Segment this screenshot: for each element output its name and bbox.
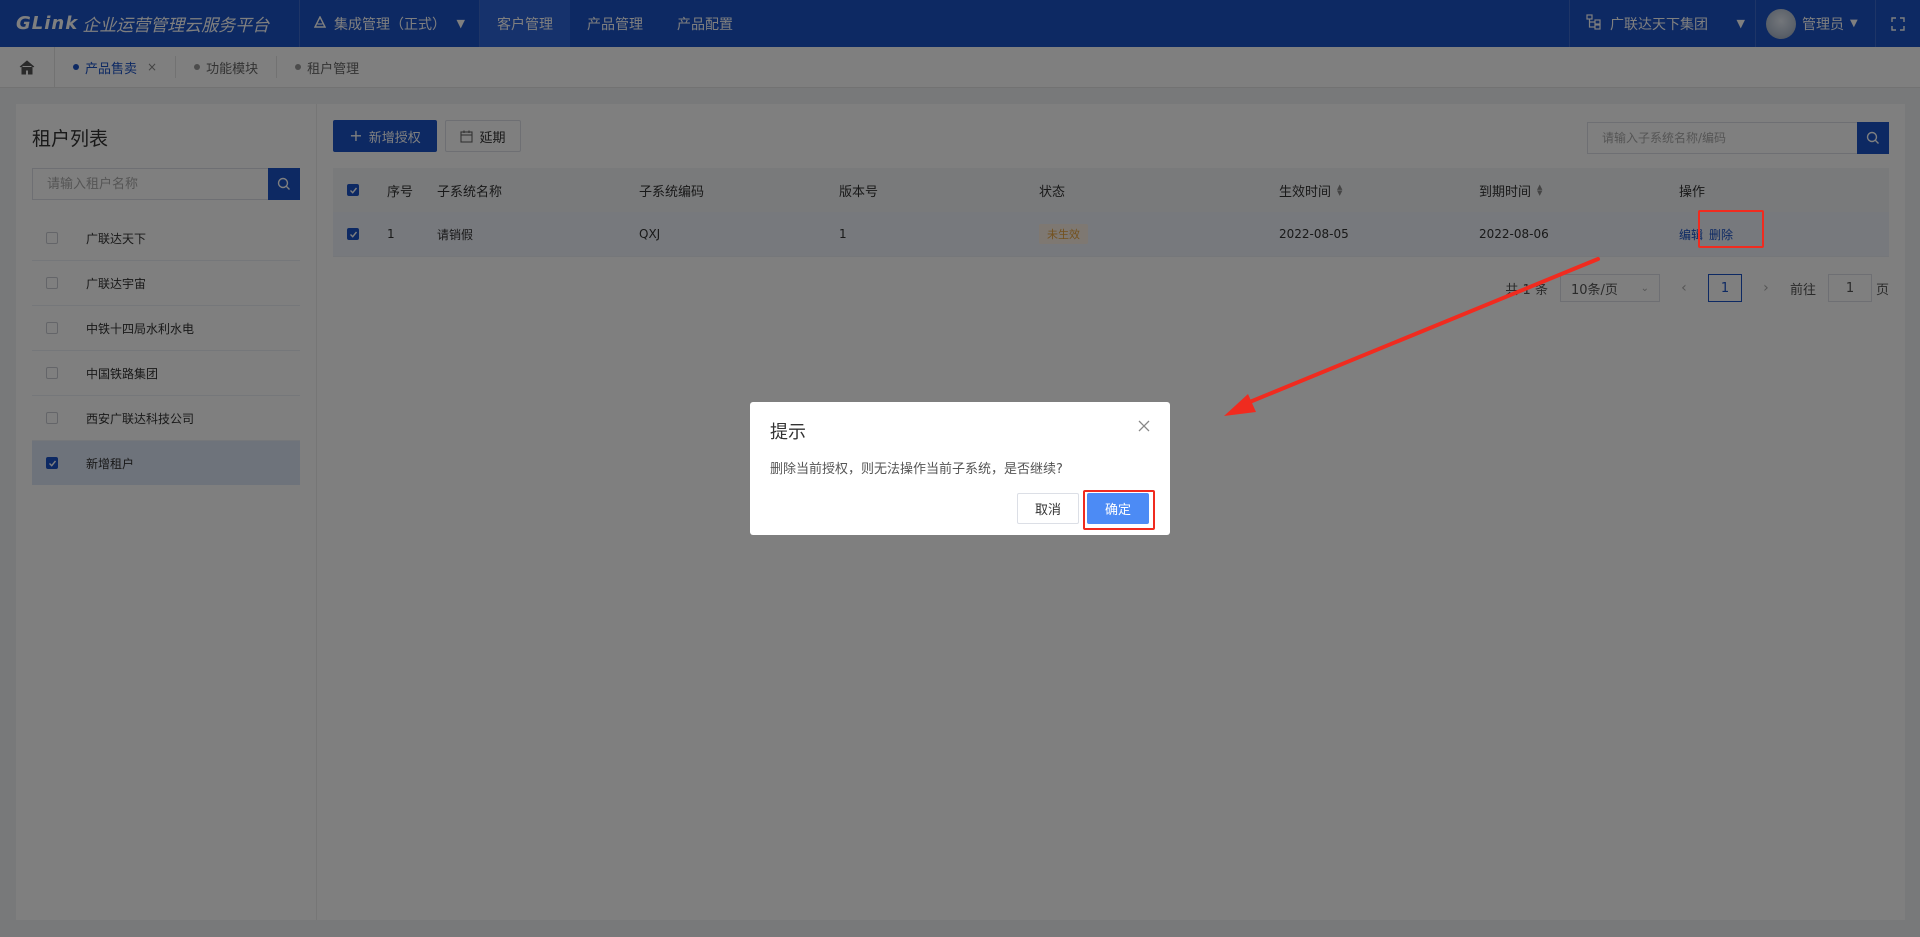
dialog-message: 删除当前授权，则无法操作当前子系统，是否继续? <box>770 462 1063 477</box>
close-icon[interactable] <box>1136 418 1152 434</box>
dialog-title: 提示 <box>770 422 806 443</box>
confirm-highlight-box <box>1083 490 1155 530</box>
cancel-button[interactable]: 取消 <box>1017 493 1079 524</box>
delete-highlight-box <box>1698 210 1764 248</box>
